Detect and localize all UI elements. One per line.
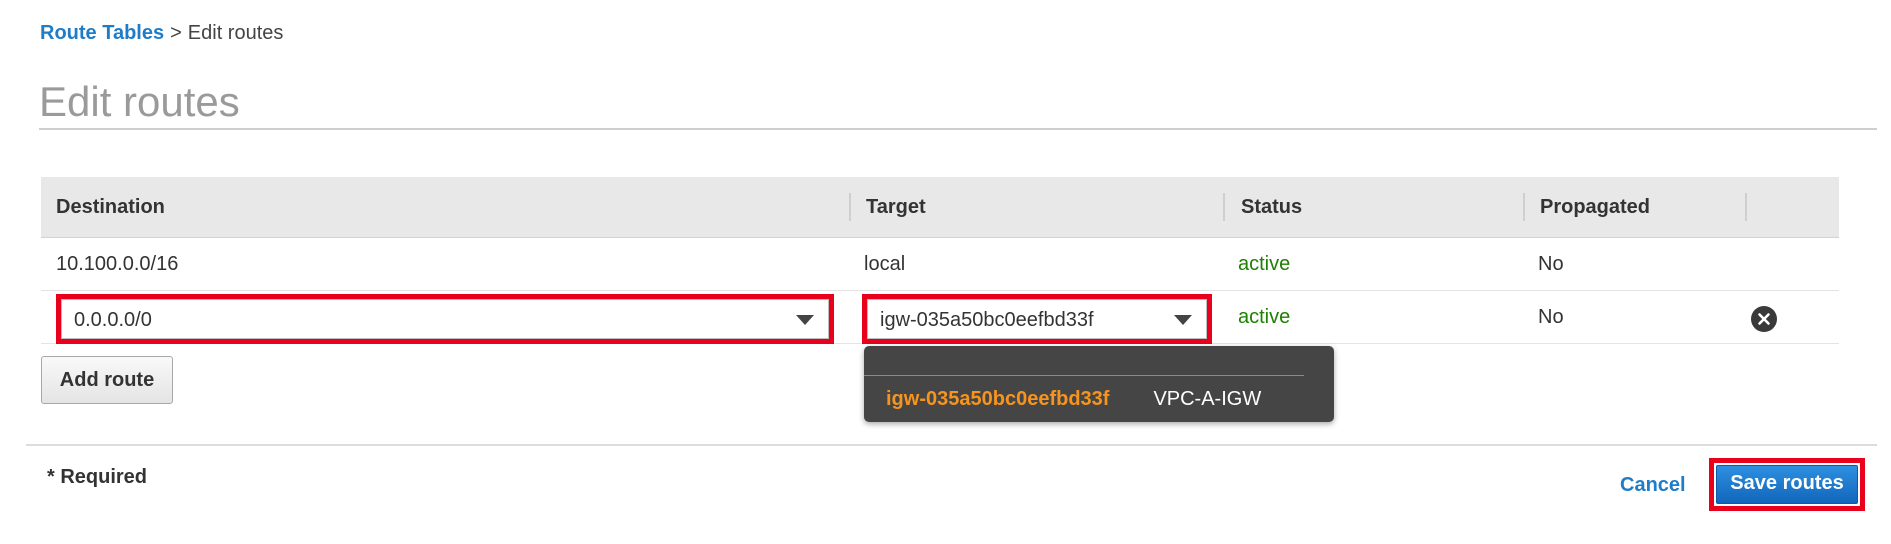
target-dropdown-menu: igw-035a50bc0eefbd33f VPC-A-IGW xyxy=(864,346,1334,422)
table-header: Destination Target Status Propagated xyxy=(41,177,1839,238)
breadcrumb: Route Tables > Edit routes xyxy=(40,22,283,45)
close-circle-icon[interactable] xyxy=(1751,306,1777,332)
destination-input-box: 0.0.0.0/0 xyxy=(61,299,829,339)
required-note: * Required xyxy=(47,466,148,488)
target-select-value: igw-035a50bc0eefbd33f xyxy=(880,309,1094,331)
target-select[interactable]: igw-035a50bc0eefbd33f xyxy=(862,294,1212,344)
caret-down-icon[interactable] xyxy=(796,315,814,325)
save-routes-button[interactable]: Save routes xyxy=(1716,465,1858,504)
destination-input[interactable]: 0.0.0.0/0 xyxy=(56,294,834,344)
route-status: active xyxy=(1238,306,1291,328)
option-id: igw-035a50bc0eefbd33f xyxy=(886,388,1110,410)
column-header-propagated[interactable]: Propagated xyxy=(1540,177,1650,237)
table-row: 0.0.0.0/0 igw-035a50bc0eefbd33f active N… xyxy=(41,291,1839,344)
add-route-button[interactable]: Add route xyxy=(41,356,173,404)
option-name: VPC-A-IGW xyxy=(1153,388,1262,410)
column-header-destination[interactable]: Destination xyxy=(56,177,165,237)
destination-input-value: 0.0.0.0/0 xyxy=(74,309,152,331)
table-row: 10.100.0.0/16 local active No xyxy=(41,238,1839,291)
column-divider xyxy=(1745,193,1747,221)
column-header-status[interactable]: Status xyxy=(1241,177,1302,237)
target-select-box: igw-035a50bc0eefbd33f xyxy=(867,299,1207,339)
column-divider xyxy=(1223,193,1225,221)
dropdown-divider xyxy=(864,375,1304,376)
footer-divider xyxy=(26,444,1877,446)
route-destination: 10.100.0.0/16 xyxy=(56,253,179,275)
route-propagated: No xyxy=(1538,306,1564,328)
column-divider xyxy=(1523,193,1525,221)
breadcrumb-current: Edit routes xyxy=(187,22,284,44)
column-divider xyxy=(849,193,851,221)
route-target: local xyxy=(864,253,906,275)
route-status: active xyxy=(1238,253,1291,275)
breadcrumb-route-tables-link[interactable]: Route Tables xyxy=(40,22,164,44)
route-propagated: No xyxy=(1538,253,1564,275)
title-divider xyxy=(39,128,1877,130)
page-title: Edit routes xyxy=(39,78,240,125)
breadcrumb-separator: > xyxy=(170,22,182,44)
cancel-button[interactable]: Cancel xyxy=(1620,474,1686,497)
column-header-target[interactable]: Target xyxy=(866,177,926,237)
dropdown-option-igw[interactable]: igw-035a50bc0eefbd33f VPC-A-IGW xyxy=(886,384,1261,414)
save-routes-highlight: Save routes xyxy=(1709,458,1865,511)
caret-down-icon[interactable] xyxy=(1174,315,1192,325)
